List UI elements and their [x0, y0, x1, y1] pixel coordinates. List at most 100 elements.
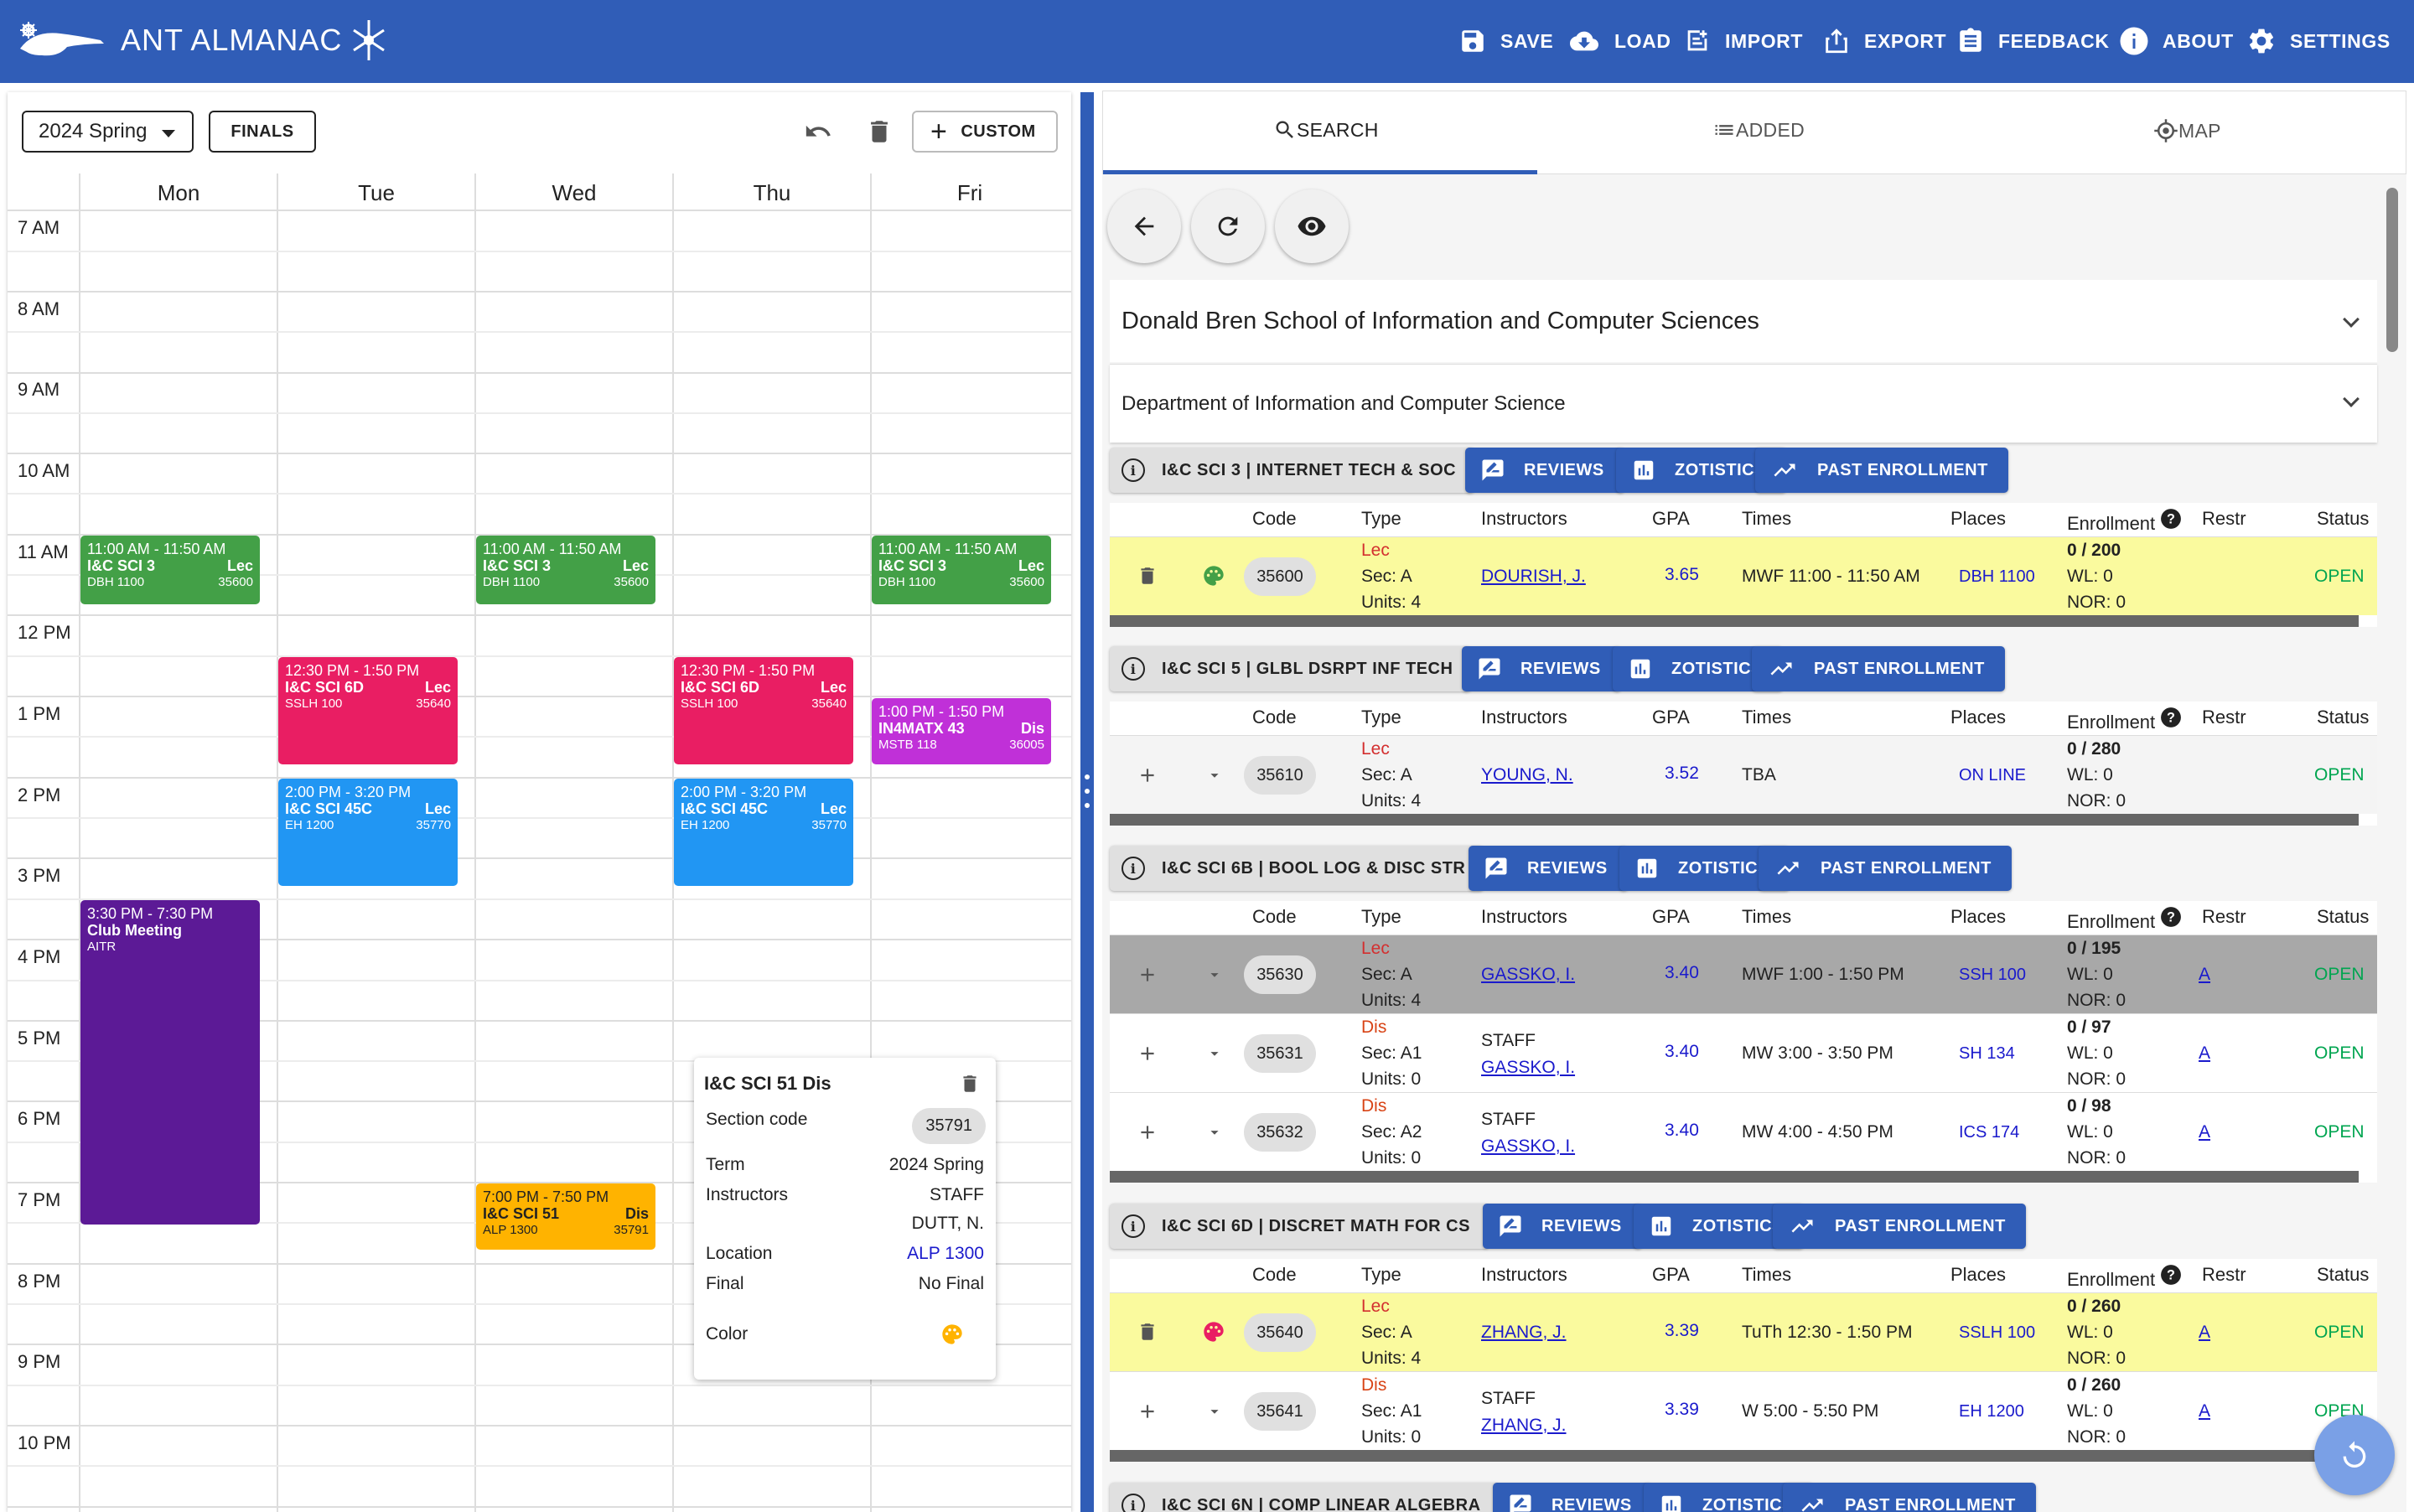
term-select[interactable]: 2024 Spring [22, 111, 194, 153]
save-button[interactable]: SAVE [1458, 20, 1553, 62]
load-button[interactable]: LOAD [1567, 20, 1671, 62]
gpa-value[interactable]: 3.39 [1665, 1321, 1699, 1341]
calendar-event-ics45c-thu[interactable]: 2:00 PM - 3:20 PM I&C SCI 45C Lec EH 1200… [674, 779, 853, 886]
about-button[interactable]: ABOUT [2119, 20, 2234, 62]
custom-event-button[interactable]: + CUSTOM [912, 111, 1058, 153]
logo[interactable]: ANT ALMANAC [17, 13, 387, 67]
instructor-link[interactable]: ZHANG, J. [1481, 1416, 1567, 1436]
add-section-button[interactable] [1137, 964, 1158, 991]
feedback-button[interactable]: FEEDBACK [1956, 20, 2110, 62]
section-code-chip[interactable]: 35610 [1244, 756, 1316, 795]
section-code-chip[interactable]: 35791 [912, 1108, 986, 1144]
finals-button[interactable]: FINALS [209, 111, 316, 153]
refresh-button[interactable] [1191, 189, 1265, 263]
tab-search[interactable]: SEARCH [1273, 118, 1379, 142]
export-button[interactable]: EXPORT [1822, 20, 1946, 62]
table-scrollbar[interactable] [1110, 1171, 2359, 1183]
instructor-link[interactable]: YOUNG, N. [1481, 765, 1573, 785]
instructor-link[interactable]: GASSKO, I. [1481, 1137, 1575, 1157]
remove-section-button[interactable] [1137, 1321, 1158, 1348]
place-link[interactable]: SH 134 [1959, 1044, 2015, 1064]
section-code-chip[interactable]: 35600 [1244, 557, 1316, 596]
course-title-button[interactable]: i I&C SCI 5 | GLBL DSRPT INF TECH [1110, 646, 1472, 691]
section-code-chip[interactable]: 35641 [1244, 1392, 1316, 1431]
undo-button[interactable] [804, 117, 832, 150]
instructor-link[interactable]: DOURISH, J. [1481, 567, 1586, 587]
course-title-button[interactable]: i I&C SCI 6N | COMP LINEAR ALGEBRA [1110, 1483, 1500, 1512]
reviews-button[interactable]: REVIEWS [1483, 1204, 1642, 1249]
restriction-link[interactable]: A [2199, 965, 2210, 985]
instructor-link[interactable]: GASSKO, I. [1481, 965, 1575, 985]
place-link[interactable]: SSLH 100 [1959, 1323, 2035, 1343]
calendar-event-ics45c-tue[interactable]: 2:00 PM - 3:20 PM I&C SCI 45C Lec EH 1200… [278, 779, 458, 886]
location-link[interactable]: ALP 1300 [907, 1244, 984, 1264]
section-code-chip[interactable]: 35630 [1244, 955, 1316, 994]
color-picker-button[interactable] [1202, 1320, 1225, 1349]
calendar-event-ics3-wed[interactable]: 11:00 AM - 11:50 AM I&C SCI 3 Lec DBH 110… [476, 536, 655, 604]
toggle-view-button[interactable] [1275, 189, 1349, 263]
reviews-button[interactable]: REVIEWS [1493, 1483, 1652, 1512]
section-code-chip[interactable]: 35631 [1244, 1034, 1316, 1073]
calendar-event-ics6d-tue[interactable]: 12:30 PM - 1:50 PM I&C SCI 6D Lec SSLH 10… [278, 657, 458, 764]
past-enrollment-button[interactable]: PAST ENROLLMENT [1752, 646, 2005, 691]
add-to-schedule-dropdown[interactable] [1205, 1123, 1224, 1147]
instructor-link[interactable]: ZHANG, J. [1481, 1323, 1567, 1343]
add-section-button[interactable] [1137, 1043, 1158, 1069]
add-to-schedule-dropdown[interactable] [1205, 1402, 1224, 1426]
past-enrollment-button[interactable]: PAST ENROLLMENT [1755, 448, 2008, 493]
gpa-value[interactable]: 3.52 [1665, 764, 1699, 784]
gpa-value[interactable]: 3.39 [1665, 1400, 1699, 1420]
reviews-button[interactable]: REVIEWS [1465, 448, 1624, 493]
calendar-event-in4matx43-fri[interactable]: 1:00 PM - 1:50 PM IN4MATX 43 Dis MSTB 118… [872, 698, 1051, 764]
add-section-button[interactable] [1137, 764, 1158, 791]
remove-section-button[interactable] [1137, 565, 1158, 592]
add-to-schedule-dropdown[interactable] [1205, 766, 1224, 790]
palette-icon[interactable] [940, 1323, 964, 1346]
calendar-event-ics3-fri[interactable]: 11:00 AM - 11:50 AM I&C SCI 3 Lec DBH 110… [872, 536, 1051, 604]
course-title-button[interactable]: i I&C SCI 6B | BOOL LOG & DISC STR [1110, 846, 1484, 891]
drag-handle-icon[interactable] [1085, 774, 1090, 817]
settings-button[interactable]: SETTINGS [2246, 20, 2391, 62]
scrollbar[interactable] [2386, 188, 2398, 352]
past-enrollment-button[interactable]: PAST ENROLLMENT [1773, 1204, 2026, 1249]
restriction-link[interactable]: A [2199, 1122, 2210, 1142]
calendar-event-ics6d-thu[interactable]: 12:30 PM - 1:50 PM I&C SCI 6D Lec SSLH 10… [674, 657, 853, 764]
place-link[interactable]: SSH 100 [1959, 966, 2026, 985]
past-enrollment-button[interactable]: PAST ENROLLMENT [1783, 1483, 2036, 1512]
scroll-fab[interactable] [2314, 1415, 2395, 1495]
course-title-button[interactable]: i I&C SCI 6D | DISCRET MATH FOR CS [1110, 1204, 1489, 1249]
restriction-link[interactable]: A [2199, 1401, 2210, 1421]
back-button[interactable] [1107, 189, 1181, 263]
instructor-link[interactable]: GASSKO, I. [1481, 1058, 1575, 1078]
restriction-link[interactable]: A [2199, 1043, 2210, 1064]
gpa-value[interactable]: 3.40 [1665, 1042, 1699, 1062]
color-picker-button[interactable] [1202, 564, 1225, 593]
gpa-value[interactable]: 3.65 [1665, 565, 1699, 585]
place-link[interactable]: DBH 1100 [1959, 567, 2035, 587]
course-title-button[interactable]: i I&C SCI 3 | INTERNET TECH & SOC [1110, 448, 1475, 493]
tab-added[interactable]: ADDED [1712, 118, 1805, 142]
department-accordion[interactable]: Department of Information and Computer S… [1110, 364, 2377, 443]
gpa-value[interactable]: 3.40 [1665, 1121, 1699, 1141]
add-to-schedule-dropdown[interactable] [1205, 966, 1224, 989]
tab-map[interactable]: MAP [2153, 118, 2221, 143]
clear-schedule-button[interactable] [865, 117, 894, 150]
school-accordion[interactable]: Donald Bren School of Information and Co… [1110, 280, 2377, 362]
place-link[interactable]: ICS 174 [1959, 1123, 2019, 1142]
reviews-button[interactable]: REVIEWS [1469, 846, 1628, 891]
reviews-button[interactable]: REVIEWS [1462, 646, 1621, 691]
calendar-event-ics51-wed[interactable]: 7:00 PM - 7:50 PM I&C SCI 51 Dis ALP 1300… [476, 1183, 655, 1250]
add-section-button[interactable] [1137, 1121, 1158, 1148]
place-link[interactable]: ON LINE [1959, 766, 2026, 785]
calendar-event-club-meeting[interactable]: 3:30 PM - 7:30 PM Club Meeting AITR [80, 900, 260, 1225]
table-scrollbar[interactable] [1110, 615, 2359, 627]
past-enrollment-button[interactable]: PAST ENROLLMENT [1759, 846, 2012, 891]
add-to-schedule-dropdown[interactable] [1205, 1044, 1224, 1068]
section-code-chip[interactable]: 35640 [1244, 1313, 1316, 1352]
place-link[interactable]: EH 1200 [1959, 1402, 2024, 1421]
table-scrollbar[interactable] [1110, 814, 2359, 826]
table-scrollbar[interactable] [1110, 1450, 2359, 1462]
import-button[interactable]: IMPORT [1683, 20, 1803, 62]
section-code-chip[interactable]: 35632 [1244, 1113, 1316, 1152]
calendar-event-ics3-mon[interactable]: 11:00 AM - 11:50 AM I&C SCI 3 Lec DBH 110… [80, 536, 260, 604]
